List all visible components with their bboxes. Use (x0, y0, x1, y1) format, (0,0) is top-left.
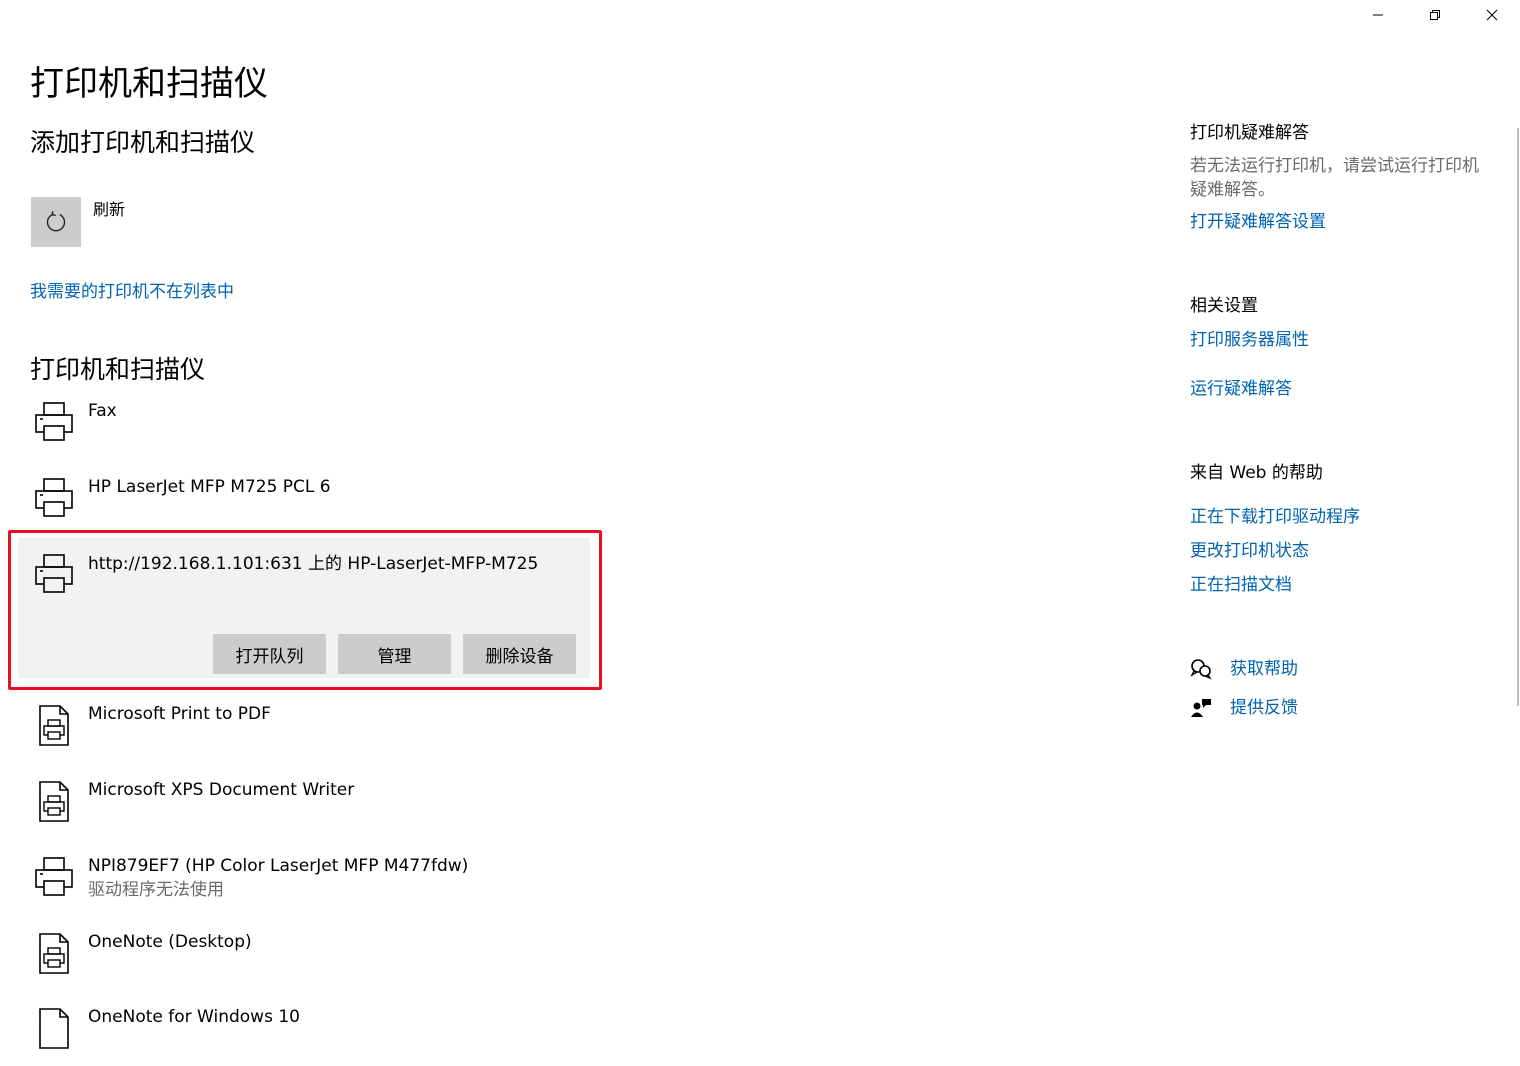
minimize-icon (1372, 14, 1383, 16)
feedback-icon (1191, 699, 1211, 717)
scanning-documents-link[interactable]: 正在扫描文档 (1190, 573, 1292, 597)
device-item-onenote-desktop[interactable]: OneNote (Desktop) (30, 931, 590, 991)
device-item-xps-writer[interactable]: Microsoft XPS Document Writer (30, 779, 590, 839)
device-name: OneNote for Windows 10 (88, 1007, 300, 1027)
get-help-icon (1190, 659, 1212, 680)
device-item-fax[interactable]: Fax (30, 400, 590, 460)
document-printer-icon (39, 933, 69, 974)
related-settings-heading: 相关设置 (1190, 296, 1258, 316)
get-help-row[interactable]: 获取帮助 (1190, 657, 1298, 681)
refresh-label[interactable]: 刷新 (93, 199, 125, 221)
run-troubleshooter-link[interactable]: 运行疑难解答 (1190, 377, 1292, 401)
add-section-title: 添加打印机和扫描仪 (30, 128, 256, 157)
open-troubleshoot-settings-link[interactable]: 打开疑难解答设置 (1190, 210, 1326, 234)
web-help-heading: 来自 Web 的帮助 (1190, 463, 1323, 483)
printer-not-listed-link[interactable]: 我需要的打印机不在列表中 (30, 280, 234, 304)
device-name: Microsoft Print to PDF (88, 704, 271, 724)
printer-icon (35, 478, 73, 517)
device-item-hp-laserjet[interactable]: HP LaserJet MFP M725 PCL 6 (30, 476, 590, 536)
change-printer-status-link[interactable]: 更改打印机状态 (1190, 539, 1309, 563)
scrollbar[interactable] (1517, 128, 1519, 706)
device-name: OneNote (Desktop) (88, 932, 252, 952)
device-name: NPI879EF7 (HP Color LaserJet MFP M477fdw… (88, 856, 469, 876)
document-printer-icon (39, 781, 69, 822)
device-item-onenote-win10[interactable]: OneNote for Windows 10 (30, 1006, 590, 1066)
troubleshoot-heading: 打印机疑难解答 (1190, 123, 1309, 143)
document-printer-icon (39, 1008, 69, 1049)
device-name: Microsoft XPS Document Writer (88, 780, 355, 800)
feedback-link[interactable]: 提供反馈 (1230, 696, 1298, 720)
troubleshoot-text: 若无法运行打印机，请尝试运行打印机疑难解答。 (1190, 156, 1479, 200)
printer-icon (35, 857, 73, 896)
refresh-icon (46, 211, 66, 232)
close-button[interactable] (1463, 0, 1520, 30)
download-driver-link[interactable]: 正在下载打印驱动程序 (1190, 505, 1360, 529)
feedback-row[interactable]: 提供反馈 (1190, 696, 1298, 720)
device-item-npi879ef7[interactable]: NPI879EF7 (HP Color LaserJet MFP M477fdw… (30, 855, 590, 915)
print-server-properties-link[interactable]: 打印服务器属性 (1190, 328, 1309, 352)
device-actions: 打开队列 管理 删除设备 (213, 634, 576, 674)
device-name: Fax (88, 401, 117, 421)
device-status: 驱动程序无法使用 (88, 880, 224, 900)
restore-button[interactable] (1406, 0, 1463, 30)
printer-icon (35, 554, 73, 593)
manage-button[interactable]: 管理 (338, 634, 451, 674)
page-title: 打印机和扫描仪 (30, 64, 268, 104)
device-name: http://192.168.1.101:631 上的 HP-LaserJet-… (88, 554, 539, 574)
printer-icon (35, 402, 73, 441)
restore-icon (1429, 10, 1440, 20)
remove-device-button[interactable]: 删除设备 (463, 634, 576, 674)
device-name: HP LaserJet MFP M725 PCL 6 (88, 477, 331, 497)
devices-section-title: 打印机和扫描仪 (30, 355, 206, 384)
refresh-button[interactable] (31, 197, 81, 247)
open-queue-button[interactable]: 打开队列 (213, 634, 326, 674)
minimize-button[interactable] (1349, 0, 1406, 30)
get-help-link[interactable]: 获取帮助 (1230, 657, 1298, 681)
device-item-print-to-pdf[interactable]: Microsoft Print to PDF (30, 703, 590, 763)
window-controls (1349, 0, 1520, 30)
close-icon (1486, 9, 1497, 21)
device-item-selected[interactable]: http://192.168.1.101:631 上的 HP-LaserJet-… (18, 538, 590, 678)
document-printer-icon (39, 705, 69, 746)
